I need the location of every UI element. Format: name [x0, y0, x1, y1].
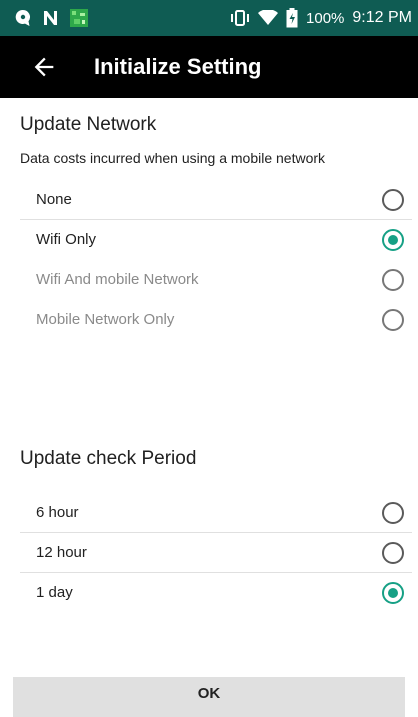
option-label: None [36, 191, 72, 208]
radio-button-selected[interactable] [382, 229, 404, 251]
ok-button[interactable]: OK [13, 677, 405, 717]
option-1-day[interactable]: 1 day [20, 573, 412, 613]
update-network-title: Update Network [20, 114, 157, 135]
radio-button [382, 309, 404, 331]
status-bar: 100% 9:12 PM [0, 0, 418, 36]
option-label: 6 hour [36, 504, 79, 521]
ok-label: OK [197, 684, 221, 702]
radio-button[interactable] [382, 502, 404, 524]
page-title: Initialize Setting [94, 54, 262, 79]
app-icon [70, 9, 88, 27]
option-12-hour[interactable]: 12 hour [20, 533, 412, 573]
radio-button[interactable] [382, 542, 404, 564]
arrow-back-icon[interactable] [30, 53, 58, 81]
clock: 9:12 PM [352, 9, 412, 26]
n-icon [44, 11, 57, 25]
option-label: 12 hour [36, 544, 87, 561]
update-period-title: Update check Period [20, 448, 197, 469]
option-wifi-only[interactable]: Wifi Only [20, 220, 412, 260]
battery-percent: 100% [306, 9, 345, 27]
update-network-subtitle: Data costs incurred when using a mobile … [20, 150, 326, 166]
option-mobile-only: Mobile Network Only [20, 300, 412, 340]
radio-button[interactable] [382, 189, 404, 211]
battery-icon [286, 8, 298, 28]
option-label: Mobile Network Only [36, 311, 175, 328]
app-bar: Initialize Setting [0, 36, 418, 98]
option-wifi-and-mobile: Wifi And mobile Network [20, 260, 412, 300]
radio-button [382, 269, 404, 291]
option-6-hour[interactable]: 6 hour [20, 493, 412, 533]
wifi-icon [258, 10, 279, 25]
vibrate-icon [231, 10, 250, 26]
option-label: Wifi Only [36, 231, 96, 248]
option-label: Wifi And mobile Network [36, 271, 199, 288]
option-none[interactable]: None [20, 180, 412, 220]
message-icon [15, 9, 30, 26]
radio-button-selected[interactable] [382, 582, 404, 604]
option-label: 1 day [36, 584, 73, 601]
